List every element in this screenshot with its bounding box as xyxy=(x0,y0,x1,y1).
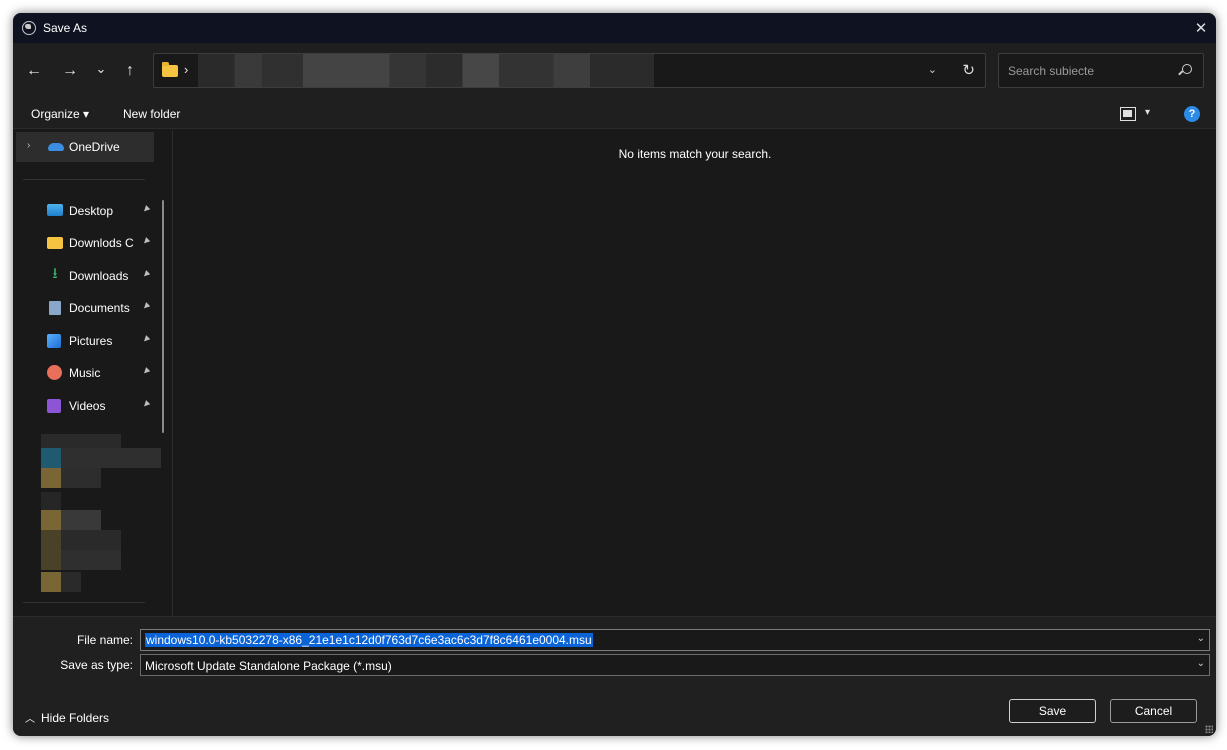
pictures-icon xyxy=(47,334,61,348)
sidebar-item-downloads[interactable]: ⭳ Downloads ▼ xyxy=(13,261,163,291)
forward-button[interactable]: → xyxy=(59,60,81,82)
address-bar[interactable]: › ⌄ ↻ xyxy=(153,53,986,88)
redacted-item[interactable] xyxy=(61,510,101,530)
navigation-pane: › OneDrive Desktop ▼ Downlods C ▼ ⭳ Down… xyxy=(13,130,173,616)
recent-locations-button[interactable]: ⌄ xyxy=(90,58,112,80)
file-name-dropdown-chevron-icon[interactable]: ⌄ xyxy=(1197,633,1205,644)
back-button[interactable]: ← xyxy=(23,60,45,82)
file-name-value[interactable]: windows10.0-kb5032278-x86_21e1e1c12d0f76… xyxy=(145,633,593,647)
sidebar-item-label: Music xyxy=(69,366,101,380)
save-button[interactable]: Save xyxy=(1009,699,1096,723)
sidebar-item-desktop[interactable]: Desktop ▼ xyxy=(13,196,163,226)
music-icon xyxy=(47,365,62,380)
redacted-item[interactable] xyxy=(61,468,101,488)
sidebar-scrollbar[interactable] xyxy=(162,200,164,433)
save-options-panel: File name: windows10.0-kb5032278-x86_21e… xyxy=(13,616,1216,736)
redacted-item[interactable] xyxy=(61,550,121,570)
view-icon[interactable] xyxy=(1120,107,1136,121)
help-icon[interactable]: ? xyxy=(1184,106,1200,122)
resize-grip-icon[interactable] xyxy=(1205,725,1213,733)
redacted-item[interactable] xyxy=(61,448,161,468)
save-as-type-chevron-icon[interactable]: ⌄ xyxy=(1197,658,1205,669)
up-button[interactable]: ↑ xyxy=(119,60,141,82)
download-icon: ⭳ xyxy=(52,265,58,282)
folder-icon xyxy=(47,237,63,249)
redacted-item[interactable] xyxy=(41,550,61,570)
search-input[interactable] xyxy=(999,54,1169,87)
breadcrumb-path-redacted[interactable] xyxy=(198,54,654,87)
redacted-item[interactable] xyxy=(41,530,61,550)
documents-icon xyxy=(49,301,61,315)
new-folder-button[interactable]: New folder xyxy=(123,107,180,121)
navigation-bar: ← → ⌄ ↑ › ⌄ ↻ xyxy=(13,43,1216,99)
pin-icon: ▼ xyxy=(138,202,154,217)
expand-chevron-icon[interactable]: › xyxy=(27,140,30,151)
desktop-icon xyxy=(47,204,63,216)
pin-icon: ▼ xyxy=(138,267,154,282)
redacted-item[interactable] xyxy=(41,492,61,510)
sidebar-divider xyxy=(23,602,145,603)
sidebar-item-onedrive[interactable]: › OneDrive xyxy=(16,132,154,162)
redacted-item[interactable] xyxy=(41,572,61,592)
refresh-button[interactable]: ↻ xyxy=(962,61,975,79)
sidebar-divider xyxy=(23,179,145,180)
title-bar: Save As ✕ xyxy=(13,13,1216,43)
pin-icon: ▼ xyxy=(138,332,154,347)
sidebar-item-label: Desktop xyxy=(69,204,114,218)
command-bar: Organize ▾ New folder ▾ ? xyxy=(13,99,1216,129)
pin-icon: ▼ xyxy=(138,397,154,412)
save-as-type-value: Microsoft Update Standalone Package (*.m… xyxy=(145,659,392,673)
hide-folders-button[interactable]: ︿ Hide Folders xyxy=(25,710,109,725)
file-list-pane[interactable]: No items match your search. xyxy=(174,130,1216,616)
file-name-field[interactable]: windows10.0-kb5032278-x86_21e1e1c12d0f76… xyxy=(140,629,1210,651)
folder-icon xyxy=(162,62,178,77)
redacted-item[interactable] xyxy=(41,510,61,530)
cancel-button[interactable]: Cancel xyxy=(1110,699,1197,723)
sidebar-item-label: OneDrive xyxy=(69,140,120,154)
sidebar-item-label: Videos xyxy=(69,399,106,413)
sidebar-item-documents[interactable]: Documents ▼ xyxy=(13,293,163,323)
redacted-item[interactable] xyxy=(61,530,121,550)
address-dropdown-chevron-icon[interactable]: ⌄ xyxy=(928,63,937,76)
save-as-type-select[interactable]: Microsoft Update Standalone Package (*.m… xyxy=(140,654,1210,676)
pin-icon: ▼ xyxy=(138,364,154,379)
sidebar-item-downlods-c[interactable]: Downlods C ▼ xyxy=(13,228,163,258)
videos-icon xyxy=(47,399,61,413)
search-box[interactable] xyxy=(998,53,1204,88)
save-as-type-label: Save as type: xyxy=(60,658,133,672)
window-title: Save As xyxy=(43,21,88,35)
chevron-up-icon: ︿ xyxy=(25,714,35,725)
sidebar-item-label: Pictures xyxy=(69,334,113,348)
sidebar-item-label: Documents xyxy=(69,301,130,315)
redacted-item[interactable] xyxy=(41,468,61,488)
file-name-label: File name: xyxy=(76,633,133,647)
save-as-dialog: Save As ✕ ← → ⌄ ↑ › ⌄ ↻ Organize ▾ New f… xyxy=(13,13,1216,736)
search-icon[interactable] xyxy=(1182,64,1192,74)
cloud-icon xyxy=(48,143,64,151)
sidebar-item-label: Downlods C xyxy=(69,236,134,250)
sidebar-item-pictures[interactable]: Pictures ▼ xyxy=(13,326,163,356)
breadcrumb-separator[interactable]: › xyxy=(184,62,188,77)
sidebar-item-videos[interactable]: Videos ▼ xyxy=(13,391,163,421)
redacted-item[interactable] xyxy=(61,572,81,592)
redacted-item[interactable] xyxy=(41,448,61,468)
pin-icon: ▼ xyxy=(138,299,154,314)
sidebar-item-label: Downloads xyxy=(69,269,129,283)
organize-button[interactable]: Organize ▾ xyxy=(31,107,89,121)
pin-icon: ▼ xyxy=(138,234,154,249)
close-button[interactable]: ✕ xyxy=(1186,13,1216,43)
globe-icon xyxy=(22,21,36,35)
sidebar-item-music[interactable]: Music ▼ xyxy=(13,358,163,388)
empty-state-message: No items match your search. xyxy=(618,147,772,161)
view-options-chevron-icon[interactable]: ▾ xyxy=(1145,107,1150,118)
hide-folders-label: Hide Folders xyxy=(41,711,110,725)
